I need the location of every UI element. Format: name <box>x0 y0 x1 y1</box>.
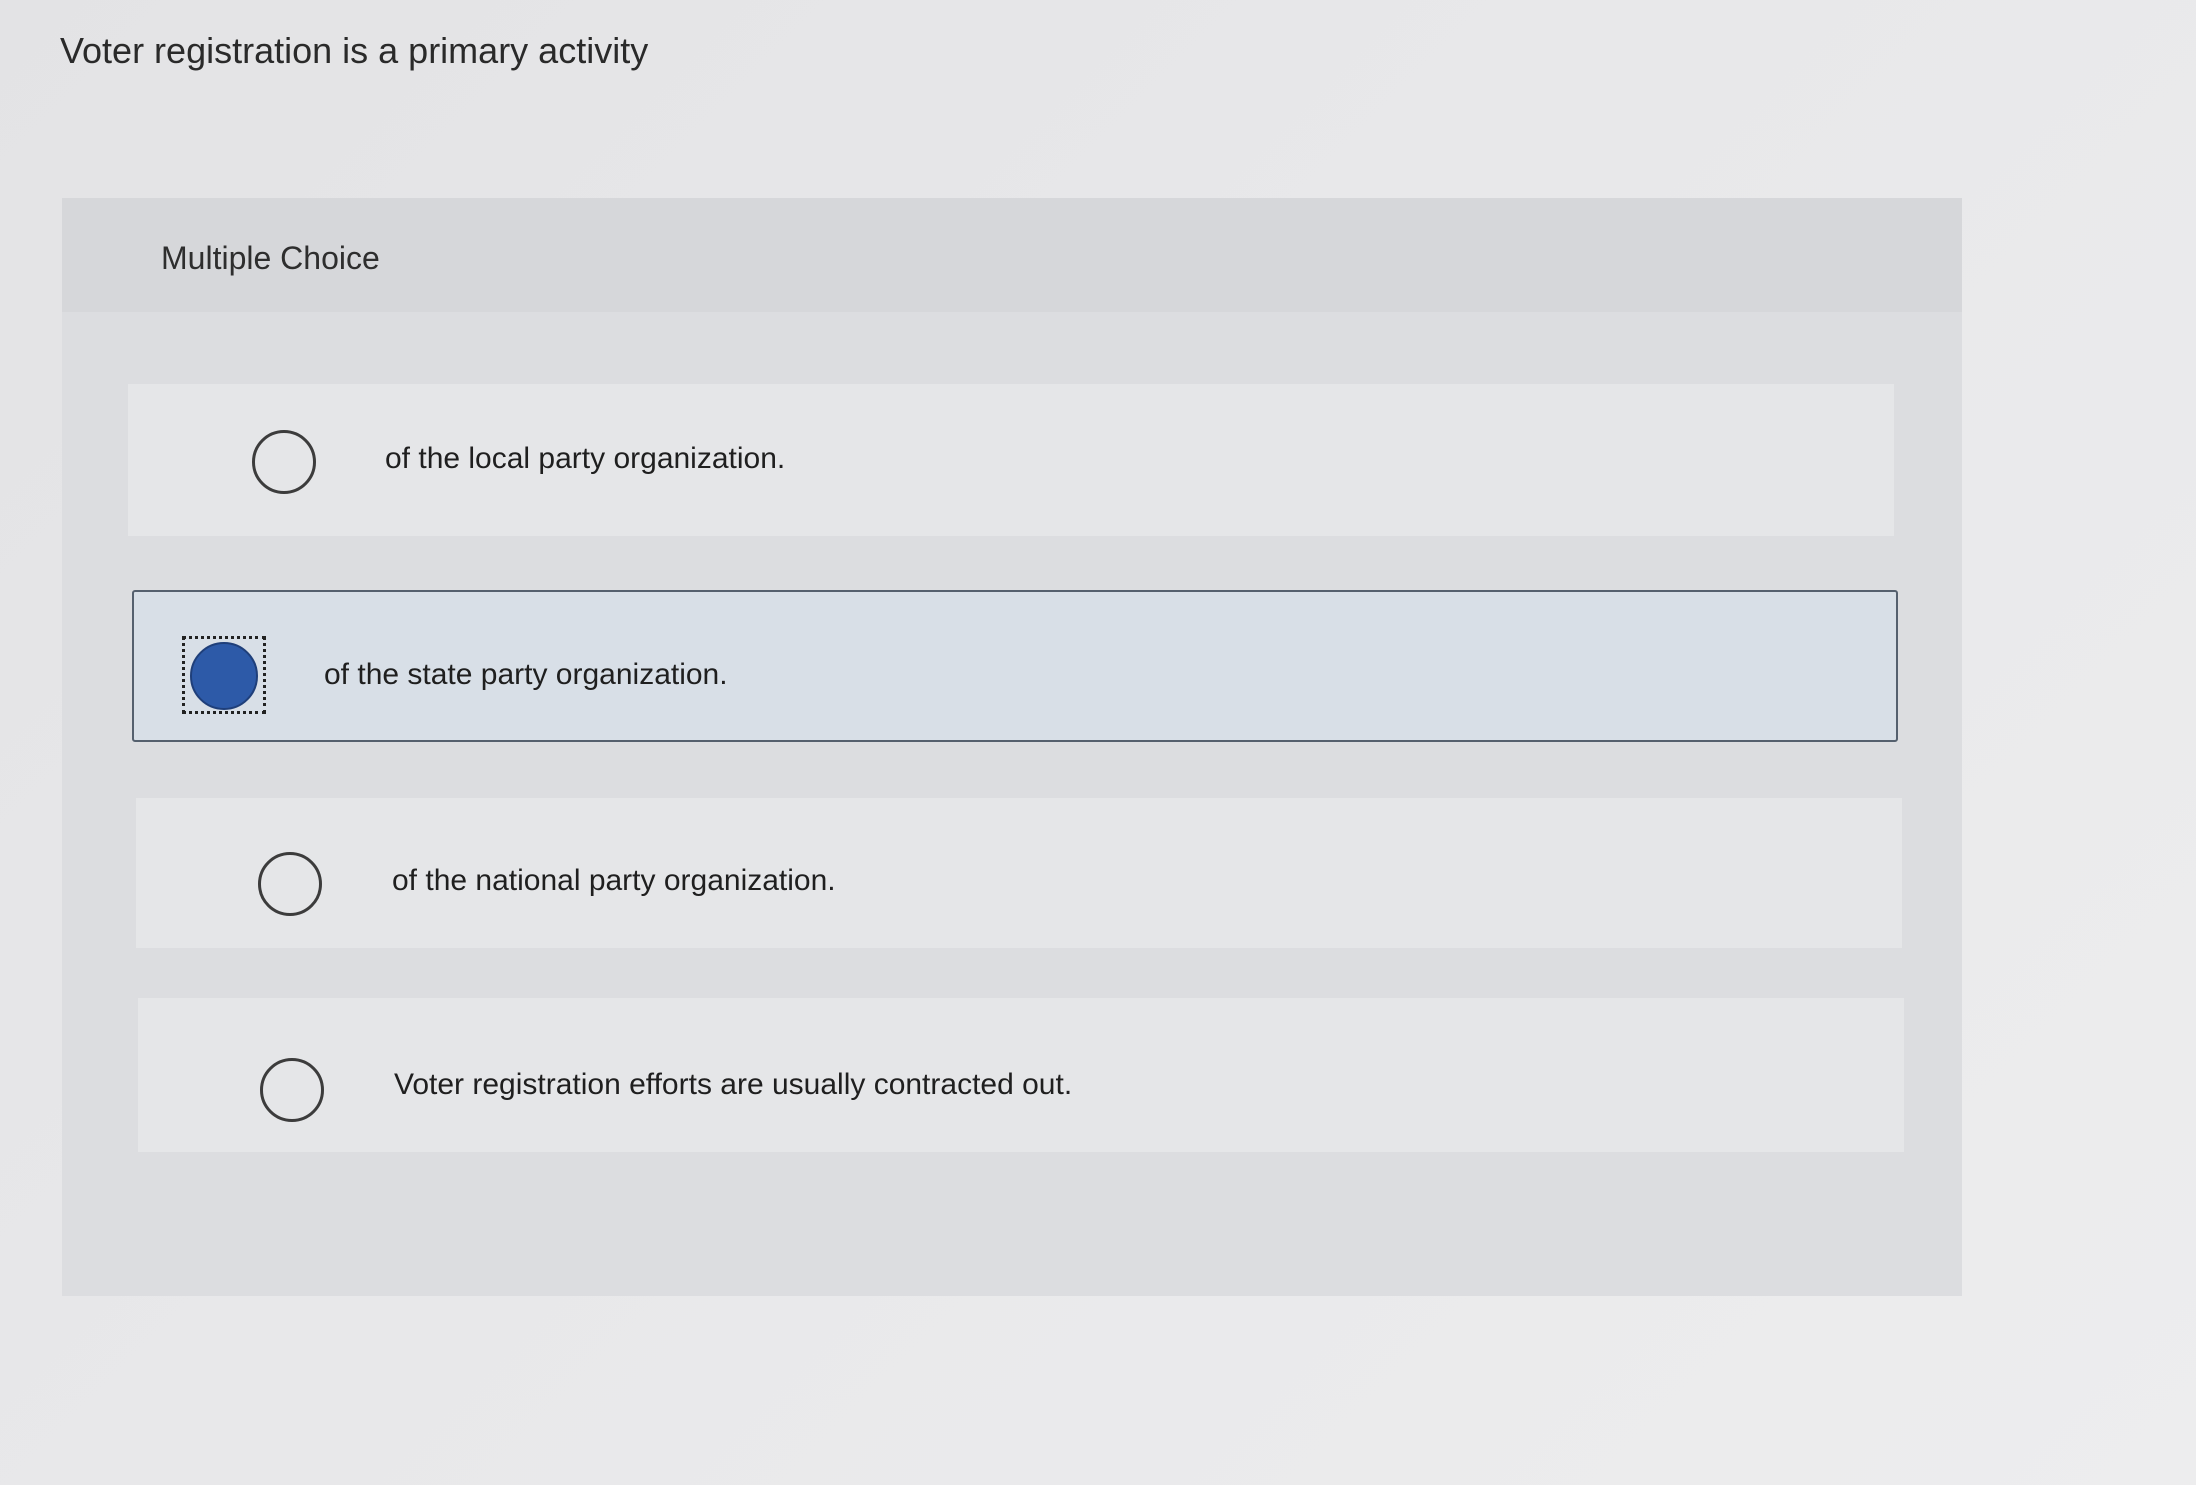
option-state-party[interactable]: of the state party organization. <box>132 590 1898 742</box>
option-label: of the national party organization. <box>392 864 836 897</box>
multiple-choice-label: Multiple Choice <box>161 240 380 276</box>
option-label: of the state party organization. <box>324 658 728 691</box>
option-label: of the local party organization. <box>385 442 786 475</box>
question-text: Voter registration is a primary activity <box>60 30 649 71</box>
option-national-party[interactable]: of the national party organization. <box>136 798 1902 948</box>
radio-button-unselected[interactable] <box>258 852 322 916</box>
option-contracted-out[interactable]: Voter registration efforts are usually c… <box>138 998 1904 1152</box>
radio-button-unselected[interactable] <box>252 430 316 494</box>
multiple-choice-header: Multiple Choice <box>62 198 1962 312</box>
option-label: Voter registration efforts are usually c… <box>394 1068 1073 1101</box>
option-local-party[interactable]: of the local party organization. <box>128 384 1894 536</box>
radio-button-unselected[interactable] <box>260 1058 324 1122</box>
radio-button-selected[interactable] <box>190 642 258 710</box>
multiple-choice-panel: Multiple Choice of the local party organ… <box>62 198 1962 1296</box>
